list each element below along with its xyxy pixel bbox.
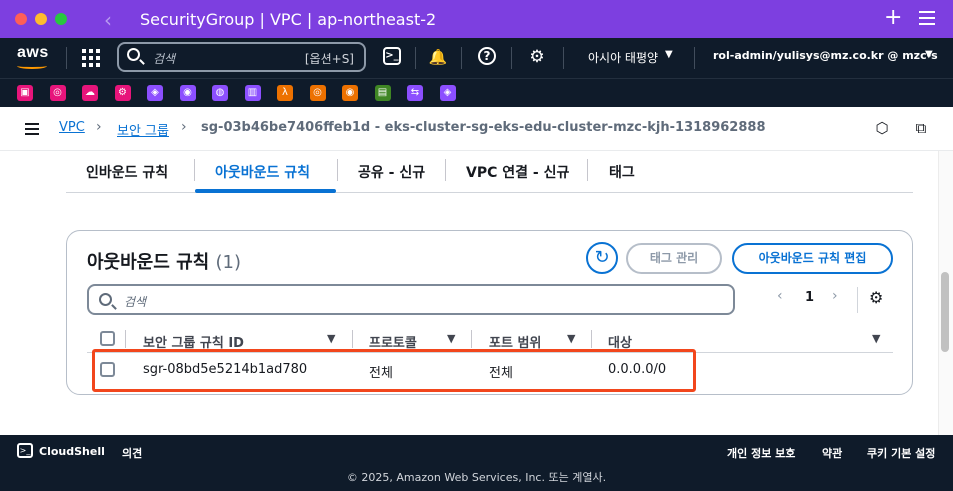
- ecs-icon[interactable]: ◎: [309, 85, 326, 101]
- footer-cloudshell-link[interactable]: CloudShell: [39, 445, 105, 458]
- breadcrumb-link-security-groups[interactable]: 보안 그룹: [117, 120, 169, 139]
- window-titlebar: ‹ SecurityGroup | VPC | ap-northeast-2 +: [0, 0, 953, 38]
- close-window-button[interactable]: [15, 13, 27, 25]
- manage-tags-button[interactable]: 태그 관리: [626, 243, 722, 274]
- region-caret-icon[interactable]: ▼: [665, 49, 673, 60]
- cloud-icon[interactable]: ☁: [82, 85, 98, 101]
- lambda-icon[interactable]: λ: [277, 85, 293, 101]
- footer-privacy-link[interactable]: 개인 정보 보호: [727, 445, 795, 461]
- cloudwatch-icon[interactable]: ◎: [49, 85, 66, 101]
- tab-outbound-rules[interactable]: 아웃바운드 규칙: [215, 162, 310, 182]
- vpc-icon[interactable]: ▥: [244, 85, 261, 101]
- sort-caret-icon[interactable]: ▼: [872, 332, 880, 345]
- sort-caret-icon[interactable]: ▼: [567, 332, 575, 345]
- account-caret-icon[interactable]: ▼: [925, 49, 933, 60]
- tab-divider: [587, 159, 588, 181]
- route53-icon[interactable]: ◍: [212, 85, 228, 101]
- console-footer: >_ CloudShell 의견 개인 정보 보호 약관 쿠키 기본 설정 © …: [0, 435, 953, 491]
- account-menu[interactable]: rol-admin/yulisys@mz.co.kr @ mzc-s: [713, 49, 938, 62]
- detail-tabs: 인바운드 규칙 아웃바운드 규칙 공유 - 신규 VPC 연결 - 신규 태그: [66, 151, 913, 193]
- aws-top-nav: aws 검색 [옵션+S] >_ 🔔 ? ⚙ 아시아 태평양 ▼ rol-adm…: [0, 38, 953, 78]
- breadcrumb-separator-icon: ›: [96, 119, 102, 135]
- rules-filter-input[interactable]: 검색: [87, 284, 735, 315]
- footer-cookies-link[interactable]: 쿠키 기본 설정: [867, 445, 935, 461]
- panel-title-text: 아웃바운드 규칙: [87, 252, 210, 273]
- sort-caret-icon[interactable]: ▼: [447, 332, 455, 345]
- table-preferences-gear-icon[interactable]: ⚙: [869, 288, 883, 307]
- security-hub-icon[interactable]: ◉: [179, 85, 196, 101]
- next-page-button[interactable]: ›: [832, 288, 838, 304]
- scrollbar-thumb[interactable]: [941, 272, 949, 352]
- notifications-bell-icon[interactable]: 🔔: [428, 47, 448, 67]
- search-placeholder: 검색: [153, 52, 176, 66]
- minimize-window-button[interactable]: [35, 13, 47, 25]
- column-divider: [471, 330, 472, 348]
- eks-icon[interactable]: ◉: [342, 85, 358, 101]
- column-divider: [591, 330, 592, 348]
- help-icon[interactable]: ?: [478, 47, 496, 65]
- aws-logo[interactable]: aws: [17, 44, 49, 62]
- refresh-button[interactable]: ↻: [586, 242, 618, 274]
- menu-icon[interactable]: [919, 11, 935, 25]
- nav-divider: [694, 47, 695, 69]
- footer-feedback-link[interactable]: 의견: [122, 445, 142, 461]
- tab-divider: [194, 159, 195, 181]
- rule-count: (1): [215, 252, 241, 273]
- previous-page-button[interactable]: ‹: [777, 288, 783, 304]
- nav-divider: [563, 47, 564, 69]
- side-nav-toggle-icon[interactable]: [25, 123, 39, 135]
- pagination-divider: [857, 287, 858, 313]
- feedback-icon[interactable]: ⧉: [912, 119, 930, 137]
- iam-icon[interactable]: ◈: [147, 85, 163, 101]
- tab-divider: [445, 159, 446, 181]
- back-arrow-icon[interactable]: ‹: [104, 8, 112, 32]
- active-tab-indicator: [195, 189, 336, 193]
- config-icon[interactable]: ⚙: [114, 85, 131, 101]
- tab-divider: [337, 159, 338, 181]
- breadcrumb-separator-icon: ›: [181, 119, 187, 135]
- breadcrumb: VPC › 보안 그룹 › sg-03b46be7406ffeb1d - eks…: [0, 107, 953, 151]
- info-panel-icon[interactable]: ⬡: [873, 119, 891, 137]
- settings-gear-icon[interactable]: ⚙: [527, 47, 547, 67]
- page-number[interactable]: 1: [805, 290, 814, 305]
- nav-divider: [415, 47, 416, 69]
- column-divider: [352, 330, 353, 348]
- search-input[interactable]: 검색 [옵션+S]: [117, 42, 366, 72]
- filter-placeholder: 검색: [124, 295, 147, 309]
- api-gateway-icon[interactable]: ⇆: [407, 85, 423, 101]
- search-icon: [127, 48, 140, 61]
- region-selector[interactable]: 아시아 태평양: [588, 49, 658, 66]
- footer-copyright: © 2025, Amazon Web Services, Inc. 또는 계열사…: [346, 471, 607, 484]
- highlight-annotation-box: [92, 349, 696, 392]
- new-tab-button[interactable]: +: [884, 5, 902, 30]
- tab-tags[interactable]: 태그: [609, 162, 635, 182]
- window-title: SecurityGroup | VPC | ap-northeast-2: [140, 10, 437, 29]
- aws-logo-smile-icon: [17, 63, 47, 69]
- services-grid-icon[interactable]: [82, 49, 100, 67]
- tab-sharing[interactable]: 공유 - 신규: [358, 162, 425, 182]
- select-all-checkbox[interactable]: [100, 331, 115, 346]
- footer-terms-link[interactable]: 약관: [822, 445, 842, 461]
- breadcrumb-link-vpc[interactable]: VPC: [59, 120, 85, 135]
- tab-inbound-rules[interactable]: 인바운드 규칙: [86, 162, 168, 182]
- panel-title: 아웃바운드 규칙 (1): [87, 248, 241, 274]
- cloudshell-icon[interactable]: >_: [17, 443, 33, 458]
- cloudshell-icon[interactable]: >_: [383, 47, 401, 65]
- s3-icon[interactable]: ▤: [374, 85, 391, 101]
- nav-divider: [66, 47, 67, 69]
- sort-caret-icon[interactable]: ▼: [327, 332, 335, 345]
- nav-divider: [511, 47, 512, 69]
- favorites-bar: ▣ ◎ ☁ ⚙ ◈ ◉ ◍ ▥ λ ◎ ◉ ▤ ⇆ ◈: [0, 78, 953, 107]
- edit-outbound-rules-button[interactable]: 아웃바운드 규칙 편집: [732, 243, 893, 274]
- tab-vpc-associations[interactable]: VPC 연결 - 신규: [466, 162, 569, 182]
- maximize-window-button[interactable]: [55, 13, 67, 25]
- search-icon: [99, 293, 112, 306]
- appsync-icon[interactable]: ◈: [439, 85, 456, 101]
- breadcrumb-current: sg-03b46be7406ffeb1d - eks-cluster-sg-ek…: [201, 120, 766, 135]
- ec2-icon[interactable]: ▣: [17, 85, 33, 101]
- column-divider: [125, 330, 126, 348]
- search-shortcut-hint: [옵션+S]: [304, 52, 354, 66]
- nav-divider: [461, 47, 462, 69]
